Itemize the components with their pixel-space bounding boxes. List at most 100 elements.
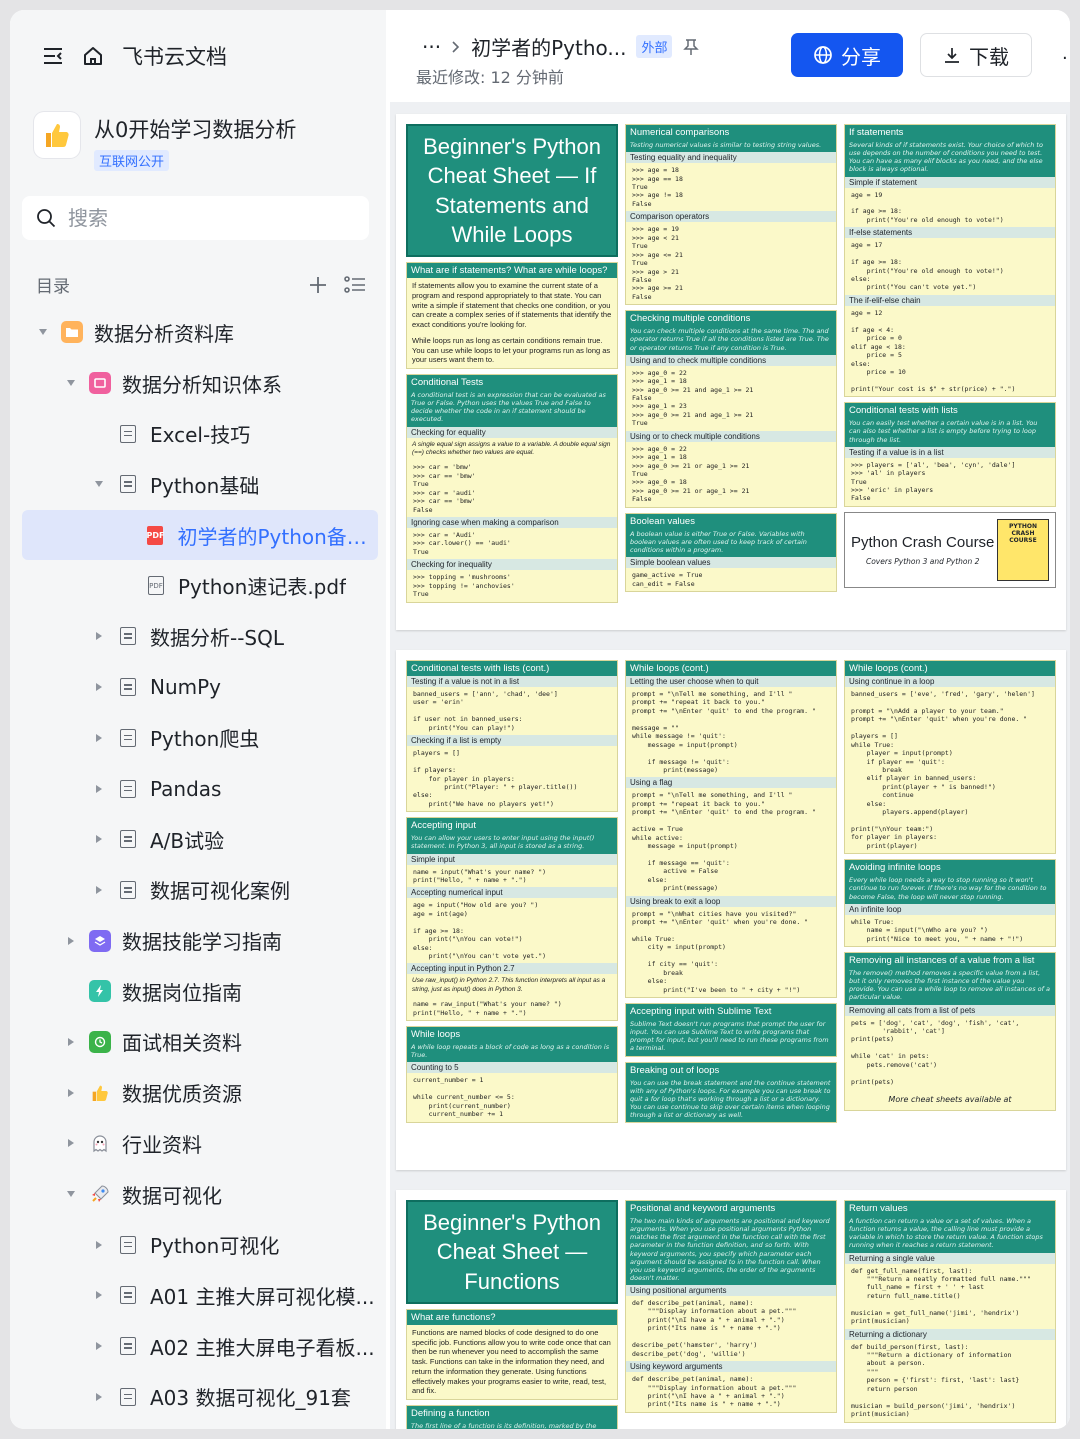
tree-item[interactable]: 行业资料 xyxy=(10,1118,386,1169)
space-title: 从0开始学习数据分析 xyxy=(94,118,297,142)
code-block: prompt = "\nTell me something, and I'll … xyxy=(632,791,816,893)
caret-right-icon[interactable] xyxy=(92,834,106,844)
subheading: Using a flag xyxy=(626,777,836,789)
outline-list-icon[interactable] xyxy=(344,275,366,295)
tree-item[interactable]: Python可视化 xyxy=(10,1219,386,1270)
caret-down-icon[interactable] xyxy=(64,1190,78,1198)
document-icon xyxy=(116,1283,140,1307)
tree-item[interactable]: 数据优质资源 xyxy=(10,1067,386,1118)
tree-item[interactable]: Python爬虫 xyxy=(10,713,386,764)
subheading: Accepting input in Python 2.7 xyxy=(407,963,617,975)
code-block: age = 12 if age < 4: price = 0 elif age … xyxy=(851,308,1016,393)
caret-right-icon[interactable] xyxy=(92,1392,106,1402)
tree-item[interactable]: 面试相关资料 xyxy=(10,1017,386,1068)
caret-right-icon[interactable] xyxy=(64,1088,78,1098)
section-description: The remove() method removes a specific v… xyxy=(845,968,1055,1005)
tree-item[interactable]: A01 主推大屏可视化模... xyxy=(10,1270,386,1321)
share-button[interactable]: 分享 xyxy=(791,33,903,77)
doc-title[interactable]: 初学者的Pytho... xyxy=(471,32,626,61)
tree-item[interactable]: 数据岗位指南 xyxy=(10,966,386,1017)
tree-item[interactable]: 数据分析知识体系 xyxy=(10,358,386,409)
tree-item[interactable]: PDF Python速记表.pdf xyxy=(10,560,386,611)
section-return: Return values A function can return a va… xyxy=(844,1200,1056,1423)
add-icon[interactable] xyxy=(308,275,328,295)
subheading: Using break to exit a loop xyxy=(626,895,836,907)
caret-down-icon[interactable] xyxy=(36,328,50,336)
caret-right-icon[interactable] xyxy=(92,885,106,895)
caret-right-icon[interactable] xyxy=(92,1341,106,1351)
search-input[interactable] xyxy=(66,205,340,231)
section-heading: Checking multiple conditions xyxy=(626,311,836,327)
code-block: players = [] if players: for player in p… xyxy=(413,749,578,808)
more-options-icon[interactable]: · xyxy=(1062,48,1068,69)
pdf-page-1: Beginner's Python Cheat Sheet — If State… xyxy=(396,114,1066,630)
tree-item-label: Excel-技巧 xyxy=(150,423,251,448)
caret-right-icon[interactable] xyxy=(92,1290,106,1300)
caret-right-icon[interactable] xyxy=(92,682,106,692)
tree-item[interactable]: Pandas xyxy=(10,763,386,814)
document-icon xyxy=(116,422,140,446)
sheet-title: Beginner's Python Cheat Sheet — If State… xyxy=(406,124,618,257)
external-badge: 外部 xyxy=(636,35,673,58)
subheading: Using continue in a loop xyxy=(845,676,1055,687)
tree-item[interactable]: PDF 初学者的Python备忘... xyxy=(22,509,378,561)
tree-item[interactable]: NumPy xyxy=(10,662,386,713)
caret-right-icon[interactable] xyxy=(92,631,106,641)
collapse-sidebar-icon[interactable] xyxy=(42,46,64,66)
tree-item[interactable]: 数据分析--SQL xyxy=(10,611,386,662)
tree-item[interactable]: 数据可视化案例 xyxy=(10,865,386,916)
tree-item[interactable]: Python基础 xyxy=(10,459,386,510)
section-sublime: Accepting input with Sublime Text Sublim… xyxy=(625,1003,837,1057)
code-block: name = input("What's your name? ") print… xyxy=(413,867,547,884)
section-heading: Return values xyxy=(845,1201,1055,1216)
document-icon xyxy=(116,675,140,699)
caret-right-icon[interactable] xyxy=(92,784,106,794)
caret-down-icon[interactable] xyxy=(64,379,78,387)
tree-item[interactable]: Excel-技巧 xyxy=(10,408,386,459)
document-icon xyxy=(116,1233,140,1257)
section-conditional-tests: Conditional Tests A conditional test is … xyxy=(406,374,618,603)
download-button[interactable]: 下载 xyxy=(920,33,1032,77)
section-arguments: Positional and keyword arguments The two… xyxy=(625,1200,837,1413)
subheading: Counting to 5 xyxy=(407,1062,617,1074)
pdf-file-icon: PDF xyxy=(144,574,168,598)
section-description: A conditional test is an expression that… xyxy=(407,390,617,427)
breadcrumb-ellipsis[interactable]: ··· xyxy=(422,35,441,59)
caret-right-icon[interactable] xyxy=(64,936,78,946)
toc-tree: 数据分析资料库 数据分析知识体系 Excel-技巧 Python基础 PDF 初学者的Py… xyxy=(10,307,386,1422)
tree-item[interactable]: A03 数据可视化_91套 xyxy=(10,1371,386,1422)
bolt-icon xyxy=(88,979,112,1003)
caret-right-icon[interactable] xyxy=(92,1240,106,1250)
tree-item[interactable]: 数据技能学习指南 xyxy=(10,915,386,966)
document-icon xyxy=(116,827,140,851)
pdf-viewer[interactable]: Beginner's Python Cheat Sheet — If State… xyxy=(390,102,1070,1429)
code-block: >>> car = 'bmw' >>> car == 'bmw' True >>… xyxy=(413,463,476,514)
tree-item-label: 数据技能学习指南 xyxy=(122,930,282,955)
page1-col3: If statements Several kinds of if statem… xyxy=(844,124,1056,620)
brand-name[interactable]: 飞书云文档 xyxy=(122,41,227,71)
section-text: While loops run as long as certain condi… xyxy=(412,335,611,365)
tree-item[interactable]: A/B试验 xyxy=(10,814,386,865)
tree-item[interactable]: A02 主推大屏电子看板... xyxy=(10,1321,386,1372)
page1-col1: Beginner's Python Cheat Sheet — If State… xyxy=(406,124,618,620)
search-box[interactable] xyxy=(22,196,369,240)
section-description: The first line of a function is its defi… xyxy=(407,1421,617,1429)
section-heading: While loops (cont.) xyxy=(626,661,836,676)
section-boolean: Boolean values A boolean value is either… xyxy=(625,512,837,592)
pin-icon[interactable] xyxy=(682,38,700,56)
caret-right-icon[interactable] xyxy=(64,1037,78,1047)
subheading: Checking for equality xyxy=(407,426,617,438)
caret-right-icon[interactable] xyxy=(92,733,106,743)
space-header[interactable]: 从0开始学习数据分析 互联网公开 xyxy=(34,112,296,171)
caret-right-icon[interactable] xyxy=(64,1138,78,1148)
subheading: Testing equality and inequality xyxy=(626,152,836,164)
tree-item[interactable]: 数据分析资料库 xyxy=(10,307,386,358)
home-icon[interactable] xyxy=(82,45,104,67)
caret-down-icon[interactable] xyxy=(92,480,106,488)
section-heading: Avoiding infinite loops xyxy=(845,860,1055,876)
section-heading: Accepting input with Sublime Text xyxy=(626,1004,836,1019)
ghost-icon xyxy=(88,1131,112,1155)
tree-item-label: Pandas xyxy=(150,776,222,801)
sidebar: 飞书云文档 从0开始学习数据分析 互联网公开 目录 xyxy=(10,10,386,1429)
tree-item[interactable]: 数据可视化 xyxy=(10,1169,386,1220)
